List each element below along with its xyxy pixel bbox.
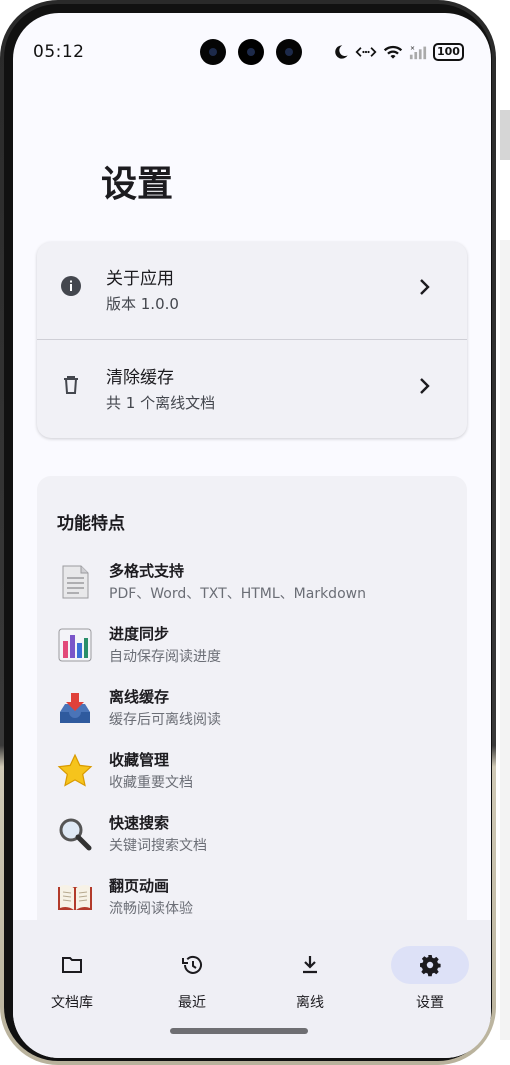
- feature-desc: 关键词搜索文档: [109, 838, 207, 854]
- side-device-edge: [500, 240, 510, 1040]
- nav-label: 最近: [178, 995, 206, 1011]
- nav-item-library[interactable]: 文档库: [15, 938, 115, 1011]
- feature-desc: PDF、Word、TXT、HTML、Markdown: [109, 586, 366, 602]
- data-arrows-icon: [355, 47, 377, 57]
- battery-icon: 100: [433, 43, 464, 61]
- about-app-row[interactable]: 关于应用 版本 1.0.0: [37, 242, 467, 340]
- phone-bezel: 05:12 × 100 设置 关于应用 版本 1.0.0 清除缓存 共 1 个离…: [4, 4, 492, 1061]
- nav-label: 文档库: [51, 995, 93, 1011]
- home-indicator[interactable]: [170, 1028, 308, 1034]
- trash-icon: [64, 376, 78, 394]
- wifi-icon: [383, 45, 403, 59]
- nav-label: 设置: [416, 995, 444, 1011]
- status-bar: 05:12 × 100: [13, 13, 491, 73]
- feature-item: 收藏管理 收藏重要文档: [37, 749, 467, 809]
- feature-item: 多格式支持 PDF、Word、TXT、HTML、Markdown: [37, 560, 467, 620]
- settings-card: 关于应用 版本 1.0.0 清除缓存 共 1 个离线文档: [37, 242, 467, 438]
- document-icon: [62, 565, 89, 599]
- feature-desc: 流畅阅读体验: [109, 901, 193, 917]
- row-subtitle: 版本 1.0.0: [106, 295, 179, 313]
- feature-title: 进度同步: [109, 625, 170, 643]
- features-card: 功能特点 多格式支持 PDF、Word、TXT、HTML、Markdown 进度…: [37, 476, 467, 976]
- status-time: 05:12: [33, 42, 85, 62]
- features-title: 功能特点: [57, 514, 125, 534]
- nav-item-settings[interactable]: 设置: [373, 938, 473, 1011]
- divider: [37, 339, 467, 340]
- chevron-right-icon: [420, 378, 430, 394]
- nav-item-recent[interactable]: 最近: [135, 938, 235, 1011]
- star-icon: [57, 753, 93, 787]
- folder-icon: [62, 957, 82, 973]
- signal-icon: ×: [409, 45, 427, 60]
- sensor-icon: [238, 39, 264, 65]
- camera-icon: [200, 39, 226, 65]
- feature-item: 快速搜索 关键词搜索文档: [37, 812, 467, 872]
- feature-desc: 自动保存阅读进度: [109, 649, 221, 665]
- bar-chart-icon: [58, 628, 92, 662]
- history-icon: [182, 955, 202, 974]
- info-icon: [61, 276, 81, 296]
- camera-icon: [276, 39, 302, 65]
- row-subtitle: 共 1 个离线文档: [106, 394, 216, 412]
- page-title: 设置: [101, 164, 174, 205]
- feature-title: 翻页动画: [109, 877, 170, 895]
- nav-label: 离线: [296, 995, 324, 1011]
- row-title: 清除缓存: [106, 368, 174, 388]
- nav-item-offline[interactable]: 离线: [253, 938, 353, 1011]
- phone-frame: 05:12 × 100 设置 关于应用 版本 1.0.0 清除缓存 共 1 个离…: [0, 0, 496, 1065]
- feature-title: 离线缓存: [109, 688, 170, 706]
- clear-cache-row[interactable]: 清除缓存 共 1 个离线文档: [37, 341, 467, 437]
- chevron-right-icon: [420, 279, 430, 295]
- side-device-edge: [500, 110, 510, 160]
- download-icon: [303, 956, 317, 974]
- feature-desc: 缓存后可离线阅读: [109, 712, 221, 728]
- phone-screen: 05:12 × 100 设置 关于应用 版本 1.0.0 清除缓存 共 1 个离…: [13, 13, 491, 1058]
- feature-title: 多格式支持: [109, 562, 185, 580]
- open-book-icon: [58, 884, 92, 910]
- feature-desc: 收藏重要文档: [109, 775, 193, 791]
- bottom-nav: 文档库 最近 离线 设置: [13, 920, 491, 1058]
- status-icons: × 100: [333, 41, 464, 63]
- feature-title: 收藏管理: [109, 751, 170, 769]
- gear-icon: [420, 955, 441, 977]
- moon-icon: [335, 45, 348, 59]
- feature-item: 离线缓存 缓存后可离线阅读: [37, 686, 467, 746]
- inbox-download-icon: [60, 693, 90, 723]
- magnifier-icon: [59, 818, 92, 851]
- svg-text:×: ×: [410, 45, 415, 52]
- feature-title: 快速搜索: [109, 814, 170, 832]
- feature-item: 进度同步 自动保存阅读进度: [37, 623, 467, 683]
- row-title: 关于应用: [106, 269, 174, 289]
